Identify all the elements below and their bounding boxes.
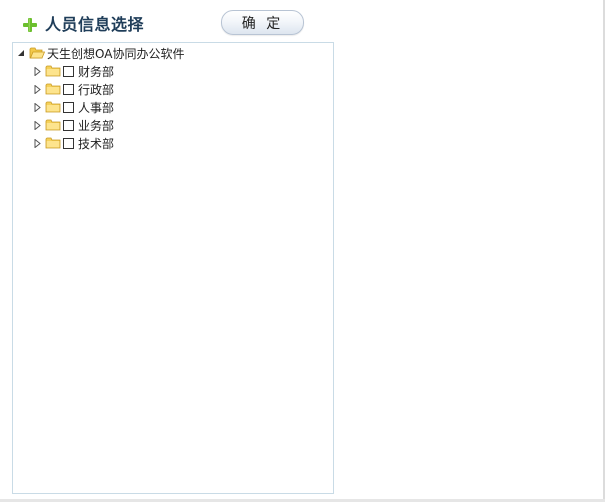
checkbox[interactable]: [63, 137, 74, 149]
folder-icon: [45, 65, 61, 77]
tree-node-label[interactable]: 行政部: [78, 81, 114, 98]
confirm-button[interactable]: 确 定: [221, 10, 304, 35]
checkbox[interactable]: [63, 65, 74, 77]
plus-icon: [23, 17, 37, 32]
tree-root-node[interactable]: 天生创想OA协同办公软件: [17, 44, 184, 62]
tree-node-caiwu[interactable]: 财务部: [33, 62, 114, 80]
page-title: 人员信息选择: [45, 15, 145, 34]
folder-open-icon: [29, 47, 45, 59]
org-tree-panel: 天生创想OA协同办公软件 财务部 行政部 人事部 业务部 技术部: [12, 42, 334, 494]
tree-node-label[interactable]: 人事部: [78, 99, 114, 116]
tree-node-label[interactable]: 财务部: [78, 63, 114, 80]
tree-node-renshi[interactable]: 人事部: [33, 98, 114, 116]
dialog-header: 人员信息选择: [22, 10, 144, 36]
tree-node-label[interactable]: 业务部: [78, 117, 114, 134]
tree-node-xingzheng[interactable]: 行政部: [33, 80, 114, 98]
triangle-right-icon[interactable]: [33, 120, 42, 130]
folder-icon: [45, 119, 61, 131]
triangle-right-icon[interactable]: [33, 138, 42, 148]
triangle-right-icon[interactable]: [33, 66, 42, 76]
folder-icon: [45, 137, 61, 149]
checkbox[interactable]: [63, 83, 74, 95]
tree-node-yewu[interactable]: 业务部: [33, 116, 114, 134]
tree-root-label[interactable]: 天生创想OA协同办公软件: [47, 45, 184, 62]
checkbox[interactable]: [63, 119, 74, 131]
tree-node-jishu[interactable]: 技术部: [33, 134, 114, 152]
triangle-right-icon[interactable]: [33, 84, 42, 94]
checkbox[interactable]: [63, 101, 74, 113]
triangle-right-icon[interactable]: [33, 102, 42, 112]
folder-icon: [45, 101, 61, 113]
folder-icon: [45, 83, 61, 95]
triangle-down-icon[interactable]: [17, 49, 26, 58]
tree-node-label[interactable]: 技术部: [78, 135, 114, 152]
